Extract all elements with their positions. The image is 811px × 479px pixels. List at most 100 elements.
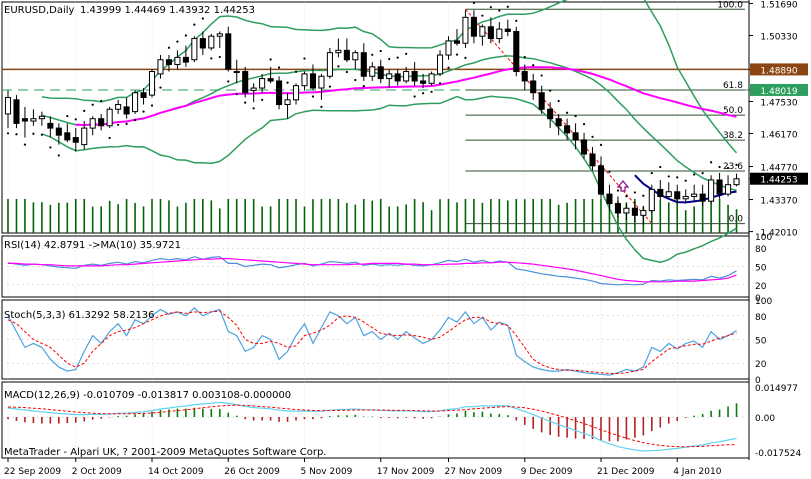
sar-dot [566,111,569,114]
candle-body [13,99,20,124]
rsi-axis-label: 20 [755,282,767,292]
sar-dot [388,57,391,61]
candle-body [377,66,384,80]
candle-body [98,118,105,127]
candle-body [225,33,232,70]
sar-dot [117,123,120,126]
sar-dot [676,176,679,179]
candle-body [530,80,537,94]
sar-dot [184,34,187,37]
candle-body [640,210,647,216]
candle-body [547,108,554,120]
sar-dot [413,95,416,98]
candle-body [55,127,62,136]
time-axis-label: 5 Nov 2009 [300,467,352,477]
time-axis-label: 9 Dec 2009 [521,467,573,477]
candle-body [428,73,435,84]
candle-body [606,193,613,205]
sar-dot [32,132,35,135]
candle-body [242,71,249,94]
candle-body [267,78,274,82]
sar-dot [735,163,738,166]
candle-body [725,184,732,195]
sar-dot [133,118,137,122]
candle-body [665,191,672,197]
candle-body [462,16,469,44]
time-axis-label: 4 Jan 2010 [673,467,721,477]
stoch-axis-label: 20 [755,360,767,370]
sar-dot [74,118,77,121]
sar-dot [57,154,60,157]
sar-dot [6,132,10,135]
candle-body [597,165,605,195]
sar-dot [438,82,442,85]
sar-dot [421,92,425,95]
candle-body [132,92,139,113]
candle-body [309,73,317,89]
candle-body [21,118,28,122]
price-axis-label: 1.51690 [760,0,797,10]
time-axis-label: 17 Nov 2009 [377,467,435,477]
candle-body [140,92,147,98]
candle-body [343,49,350,61]
sar-dot [15,133,18,136]
price-axis-label: 1.44770 [760,164,797,174]
sar-dot [515,19,518,22]
sar-dot [286,81,289,84]
candle-body [30,118,37,122]
fib-level-label: 0.0 [729,215,744,225]
sar-dot [345,70,348,74]
sar-dot [244,101,247,104]
time-axis-label: 22 Sep 2009 [4,467,61,477]
candle-body [276,80,283,106]
sar-dot [532,64,535,67]
candle-body [89,118,96,129]
candle-body [352,52,359,61]
sar-dot [549,89,552,92]
candle-body [106,108,113,127]
candle-body [318,75,325,89]
rsi-axis-label: 50 [755,264,767,274]
candle-body [631,207,638,216]
stoch-axis-label: 100 [755,297,772,307]
metatrader-chart: 100.061.850.038.223.60.0 1.516901.503301… [1,0,808,477]
sar-dot [481,14,484,17]
price-tag-label: 1.44253 [760,176,797,186]
candle-body [335,49,342,54]
sar-dot [40,133,43,136]
fib-level-label: 100.0 [717,0,743,10]
sar-dot [684,179,687,182]
candle-body [504,28,511,32]
sar-dot [430,90,433,93]
sar-dot [726,166,730,170]
sar-dot [506,5,509,8]
sar-dot [303,57,306,60]
candle-body [369,66,376,77]
sar-dot [371,53,374,56]
sar-dot [328,85,332,88]
sar-dot [574,114,577,118]
candle-body [174,56,181,65]
sar-dot [193,23,196,26]
sar-dot [91,103,94,106]
candle-body [538,92,545,110]
sar-dot [167,46,171,49]
sar-dot [311,95,315,98]
candle-body [64,132,71,141]
candle-body [445,40,452,56]
candle-body [208,35,215,49]
sar-dot [591,135,594,138]
time-axis: 22 Sep 2009 2 Oct 2009 14 Oct 2009 26 Oct 2… [4,458,722,477]
sar-dot [49,146,52,149]
sar-dot [159,86,162,89]
price-axis-label: 1.47530 [760,98,797,108]
candle-body [623,207,630,214]
ohlc-label: 1.43999 1.44469 1.43932 1.44253 [80,5,255,16]
sar-dot [498,9,501,12]
price-axis-label: 1.50330 [760,32,797,42]
sar-dot [455,53,459,56]
price-axis: 1.51690 1.50330 1.48890 1.480191.47530 1.461… [749,0,808,459]
candle-body [496,28,503,40]
sar-dot [659,165,662,169]
price-tag-label: 1.48019 [760,87,797,97]
